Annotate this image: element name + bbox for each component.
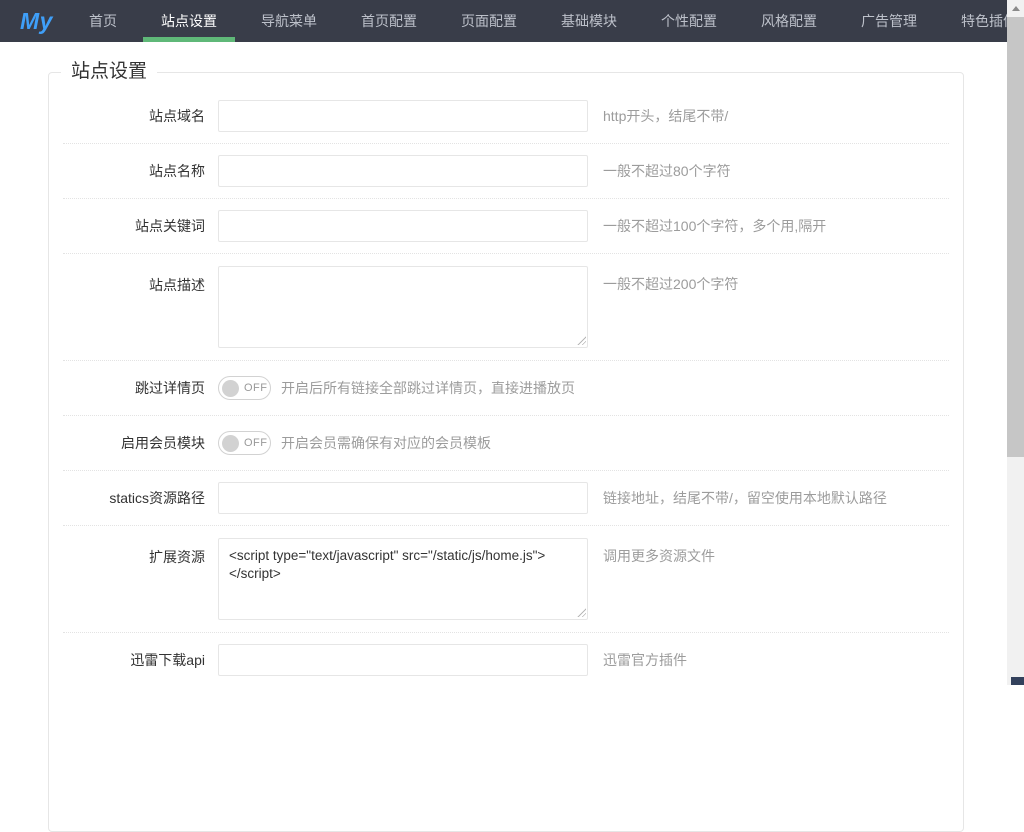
member-module-toggle[interactable]: OFF: [218, 431, 271, 455]
field-hint: 一般不超过100个字符，多个用,隔开: [603, 218, 827, 234]
vertical-scrollbar[interactable]: [1007, 0, 1024, 685]
scrollbar-thumb[interactable]: [1007, 17, 1024, 457]
nav-item-label: 页面配置: [460, 13, 517, 29]
nav-item-personal-config[interactable]: 个性配置: [639, 0, 739, 42]
field-label: 站点描述: [149, 277, 205, 293]
nav-item-label: 风格配置: [760, 13, 817, 29]
field-hint: 迅雷官方插件: [603, 652, 687, 668]
field-hint: 开启后所有链接全部跳过详情页，直接进播放页: [281, 380, 575, 396]
thunder-api-input[interactable]: [218, 644, 588, 676]
field-hint: 调用更多资源文件: [603, 548, 715, 564]
field-label: 站点关键词: [135, 218, 205, 234]
form-row-extended-resources: 扩展资源 <script type="text/javascript" src=…: [63, 526, 949, 633]
nav-item-label: 首页配置: [360, 13, 417, 29]
form-row-site-name: 站点名称 一般不超过80个字符: [63, 144, 949, 199]
site-settings-fieldset: 站点设置 站点域名 http开头，结尾不带/ 站点名称 一般不超过80个字符 站…: [48, 60, 964, 832]
nav-item-home[interactable]: 首页: [67, 0, 139, 42]
site-description-textarea[interactable]: [218, 266, 588, 348]
scrollbar-corner: [1011, 677, 1024, 685]
toggle-state-label: OFF: [244, 382, 268, 394]
site-domain-input[interactable]: [218, 100, 588, 132]
field-hint: 开启会员需确保有对应的会员模板: [281, 435, 491, 451]
field-hint: http开头，结尾不带/: [603, 108, 729, 124]
field-hint: 链接地址，结尾不带/，留空使用本地默认路径: [603, 490, 887, 506]
nav-item-label: 广告管理: [860, 13, 917, 29]
nav-item-label: 导航菜单: [260, 13, 317, 29]
nav-item-home-config[interactable]: 首页配置: [339, 0, 439, 42]
field-label: statics资源路径: [109, 490, 205, 506]
scroll-up-icon[interactable]: [1007, 0, 1024, 17]
form-row-site-keywords: 站点关键词 一般不超过100个字符，多个用,隔开: [63, 199, 949, 254]
field-label: 迅雷下载api: [130, 652, 205, 668]
field-label: 启用会员模块: [121, 435, 205, 451]
form-row-site-domain: 站点域名 http开头，结尾不带/: [63, 89, 949, 144]
field-label: 站点名称: [149, 163, 205, 179]
statics-path-input[interactable]: [218, 482, 588, 514]
active-tab-indicator: [142, 37, 235, 42]
form-row-site-description: 站点描述 一般不超过200个字符: [63, 254, 949, 361]
field-label: 跳过详情页: [135, 380, 205, 396]
form-row-enable-member-module: 启用会员模块 OFF 开启会员需确保有对应的会员模板: [63, 416, 949, 471]
toggle-state-label: OFF: [244, 437, 268, 449]
site-name-input[interactable]: [218, 155, 588, 187]
field-label: 扩展资源: [149, 549, 205, 565]
nav-item-page-config[interactable]: 页面配置: [439, 0, 539, 42]
top-navbar: My 首页 站点设置 导航菜单 首页配置 页面配置 基础模块 个性配置 风格配置…: [0, 0, 1024, 42]
app-logo[interactable]: My: [20, 0, 53, 42]
skip-detail-toggle[interactable]: OFF: [218, 376, 271, 400]
nav-item-label: 基础模块: [560, 13, 617, 29]
nav-item-style-config[interactable]: 风格配置: [739, 0, 839, 42]
form-row-statics-path: statics资源路径 链接地址，结尾不带/，留空使用本地默认路径: [63, 471, 949, 526]
site-keywords-input[interactable]: [218, 210, 588, 242]
extended-resources-textarea[interactable]: <script type="text/javascript" src="/sta…: [218, 538, 588, 620]
toggle-knob: [222, 434, 239, 452]
nav-item-base-modules[interactable]: 基础模块: [539, 0, 639, 42]
field-label: 站点域名: [149, 108, 205, 124]
nav-item-nav-menu[interactable]: 导航菜单: [239, 0, 339, 42]
nav-item-ad-management[interactable]: 广告管理: [839, 0, 939, 42]
page-title: 站点设置: [61, 60, 158, 84]
form-row-skip-detail-page: 跳过详情页 OFF 开启后所有链接全部跳过详情页，直接进播放页: [63, 361, 949, 416]
field-hint: 一般不超过200个字符: [603, 276, 739, 292]
nav-item-label: 个性配置: [660, 13, 717, 29]
form-row-thunder-api: 迅雷下载api 迅雷官方插件: [63, 633, 949, 687]
field-hint: 一般不超过80个字符: [603, 163, 731, 179]
nav-item-site-settings[interactable]: 站点设置: [139, 0, 239, 42]
nav-item-label: 首页: [88, 13, 117, 29]
toggle-knob: [222, 379, 239, 397]
nav-item-label: 站点设置: [160, 13, 217, 29]
